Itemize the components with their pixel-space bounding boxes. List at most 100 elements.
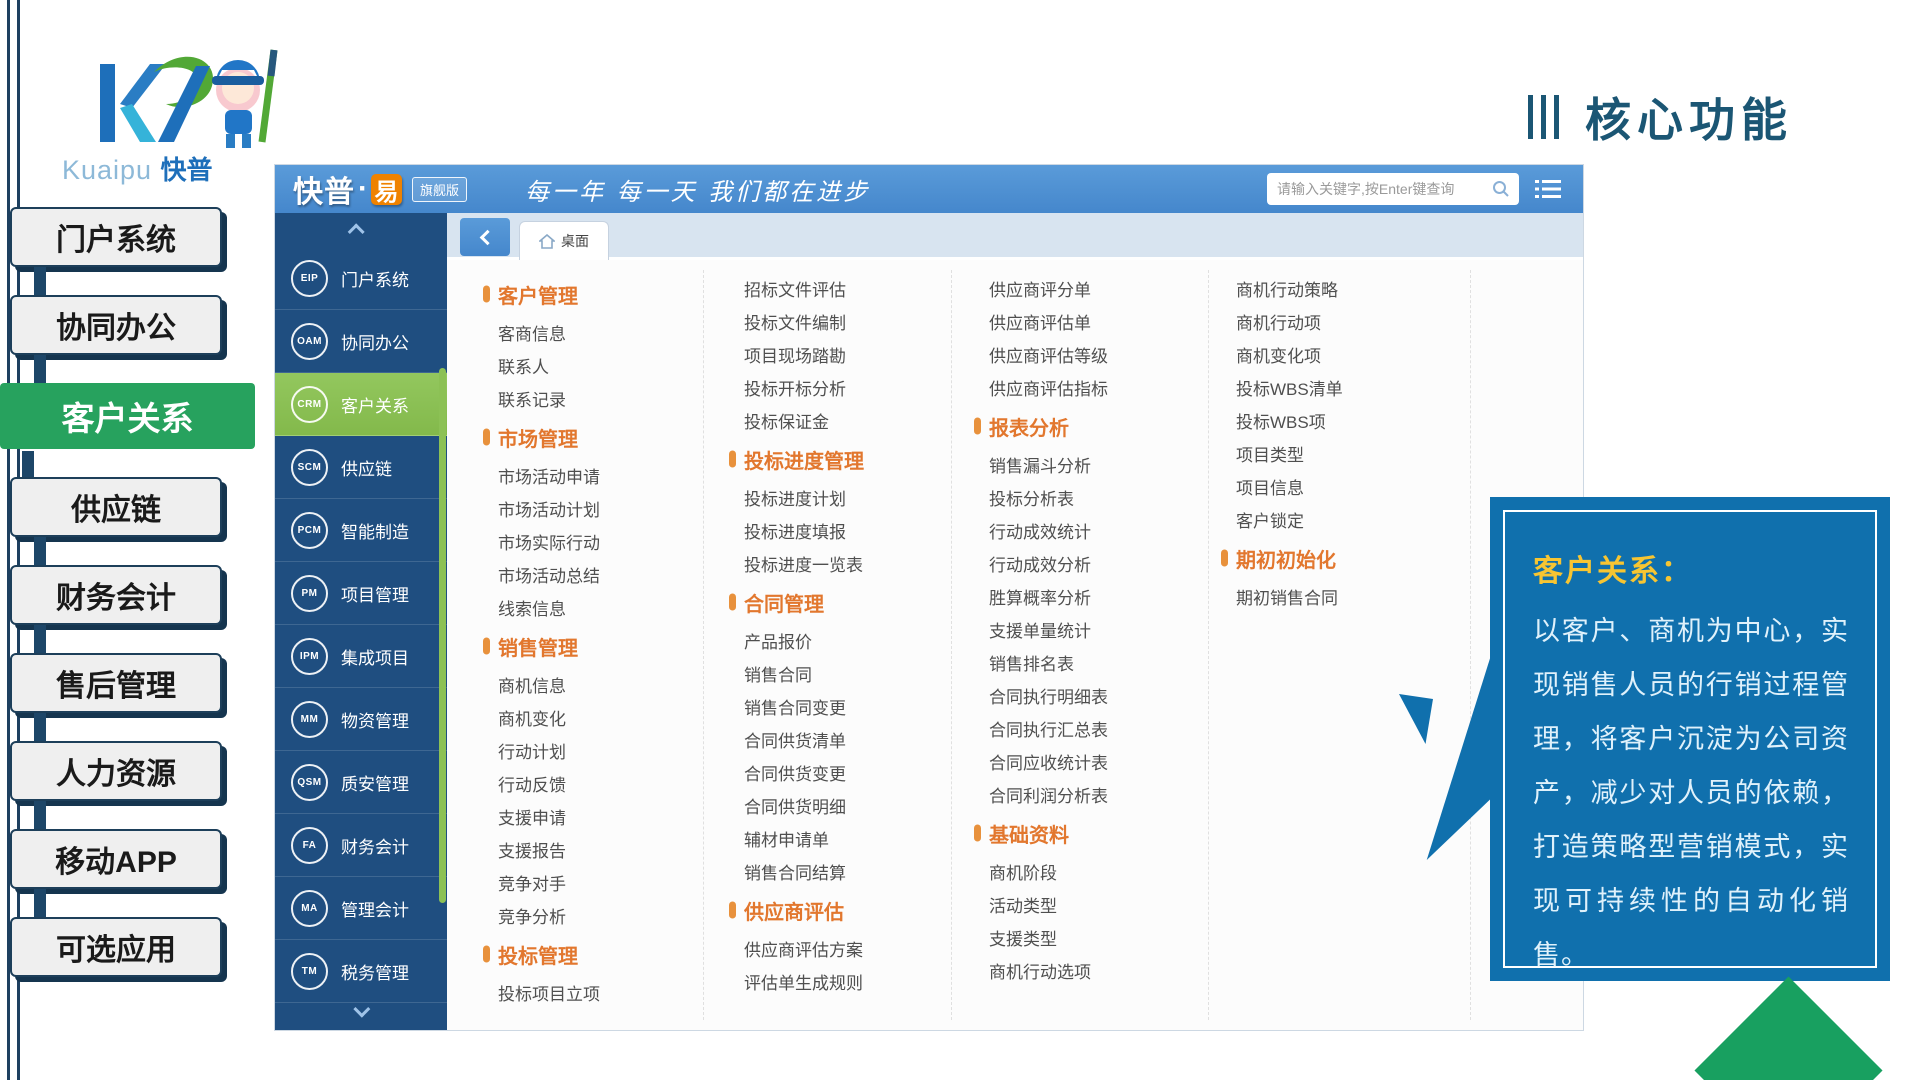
sidebar-item-1[interactable]: 门户系统 [10, 207, 222, 267]
menu-item[interactable]: 项目现场踏勘 [729, 338, 964, 371]
nav-item-crm[interactable]: CRM客户关系 [275, 373, 447, 436]
nav-scrollbar[interactable] [439, 368, 446, 903]
menu-item[interactable]: 联系人 [483, 349, 718, 382]
menu-item[interactable]: 竞争对手 [483, 866, 718, 899]
sidebar-item-3[interactable]: 客户关系 [0, 383, 255, 449]
nav-item-label: 项目管理 [341, 581, 409, 606]
menu-item[interactable]: 商机行动选项 [974, 954, 1209, 987]
back-button[interactable] [460, 218, 510, 256]
menu-item[interactable]: 投标WBS清单 [1221, 371, 1456, 404]
logo-text-cn: 快普 [161, 155, 213, 185]
sidebar-item-9[interactable]: 可选应用 [10, 917, 222, 977]
sidebar-item-4[interactable]: 供应链 [10, 477, 222, 537]
sidebar-item-2[interactable]: 协同办公 [10, 295, 222, 355]
sidebar-item-5[interactable]: 财务会计 [10, 565, 222, 625]
menu-item[interactable]: 投标文件编制 [729, 305, 964, 338]
nav-scroll-up-icon[interactable] [353, 223, 369, 239]
list-menu-icon[interactable] [1535, 179, 1561, 199]
menu-item[interactable]: 销售合同结算 [729, 855, 964, 888]
menu-item[interactable]: 竞争分析 [483, 899, 718, 932]
nav-item-fa[interactable]: FA财务会计 [275, 814, 447, 877]
nav-item-qsm[interactable]: QSM质安管理 [275, 751, 447, 814]
menu-item[interactable]: 支援类型 [974, 921, 1209, 954]
nav-item-pcm[interactable]: PCM智能制造 [275, 499, 447, 562]
menu-item[interactable]: 投标WBS项 [1221, 404, 1456, 437]
search-input[interactable] [1267, 173, 1519, 205]
menu-item[interactable]: 支援报告 [483, 833, 718, 866]
menu-item[interactable]: 辅材申请单 [729, 822, 964, 855]
menu-item[interactable]: 供应商评估指标 [974, 371, 1209, 404]
nav-scroll-down-icon[interactable] [353, 1006, 369, 1022]
menu-item[interactable]: 行动成效分析 [974, 547, 1209, 580]
menu-item[interactable]: 行动成效统计 [974, 514, 1209, 547]
menu-item[interactable]: 活动类型 [974, 888, 1209, 921]
menu-item[interactable]: 胜算概率分析 [974, 580, 1209, 613]
menu-item[interactable]: 供应商评分单 [974, 272, 1209, 305]
nav-item-mm[interactable]: MM物资管理 [275, 688, 447, 751]
app-header: 快普 · 易 旗舰版 每一年 每一天 我们都在进步 [275, 165, 1583, 213]
menu-item[interactable]: 投标进度一览表 [729, 547, 964, 580]
menu-item[interactable]: 供应商评估单 [974, 305, 1209, 338]
menu-item[interactable]: 投标分析表 [974, 481, 1209, 514]
group-bullet-icon [483, 638, 490, 655]
menu-item[interactable]: 市场活动申请 [483, 459, 718, 492]
menu-item[interactable]: 投标开标分析 [729, 371, 964, 404]
menu-item[interactable]: 销售漏斗分析 [974, 448, 1209, 481]
nav-item-ipm[interactable]: IPM集成项目 [275, 625, 447, 688]
menu-item[interactable]: 市场活动计划 [483, 492, 718, 525]
menu-item[interactable]: 商机变化 [483, 701, 718, 734]
menu-item[interactable]: 合同应收统计表 [974, 745, 1209, 778]
menu-item[interactable]: 销售排名表 [974, 646, 1209, 679]
nav-item-oam[interactable]: OAM协同办公 [275, 310, 447, 373]
menu-item[interactable]: 支援申请 [483, 800, 718, 833]
menu-item[interactable]: 商机行动项 [1221, 305, 1456, 338]
menu-item[interactable]: 销售合同变更 [729, 690, 964, 723]
menu-item[interactable]: 行动反馈 [483, 767, 718, 800]
menu-item[interactable]: 项目信息 [1221, 470, 1456, 503]
sidebar-item-6[interactable]: 售后管理 [10, 653, 222, 713]
menu-item[interactable]: 市场实际行动 [483, 525, 718, 558]
menu-item[interactable]: 支援单量统计 [974, 613, 1209, 646]
nav-item-ma[interactable]: MA管理会计 [275, 877, 447, 940]
nav-item-eip[interactable]: EIP门户系统 [275, 247, 447, 310]
menu-item[interactable]: 销售合同 [729, 657, 964, 690]
group-bullet-icon [483, 429, 490, 446]
nav-item-tm[interactable]: TM税务管理 [275, 940, 447, 1003]
menu-item[interactable]: 投标项目立项 [483, 976, 718, 1009]
menu-item[interactable]: 商机阶段 [974, 855, 1209, 888]
menu-item[interactable]: 投标保证金 [729, 404, 964, 437]
search-icon[interactable] [1492, 180, 1510, 198]
nav-item-pm[interactable]: PM项目管理 [275, 562, 447, 625]
sidebar-item-7[interactable]: 人力资源 [10, 741, 222, 801]
menu-item[interactable]: 合同供货变更 [729, 756, 964, 789]
menu-item[interactable]: 期初销售合同 [1221, 580, 1456, 613]
menu-item[interactable]: 线索信息 [483, 591, 718, 624]
menu-item[interactable]: 商机行动策略 [1221, 272, 1456, 305]
menu-item[interactable]: 客户锁定 [1221, 503, 1456, 536]
menu-item[interactable]: 合同供货清单 [729, 723, 964, 756]
menu-item[interactable]: 行动计划 [483, 734, 718, 767]
page-title-block: 核心功能 [1528, 84, 1793, 150]
menu-item[interactable]: 招标文件评估 [729, 272, 964, 305]
menu-item[interactable]: 市场活动总结 [483, 558, 718, 591]
sidebar-item-8[interactable]: 移动APP [10, 829, 222, 889]
menu-item[interactable]: 合同执行汇总表 [974, 712, 1209, 745]
menu-item[interactable]: 联系记录 [483, 382, 718, 415]
tab-desktop[interactable]: 桌面 [519, 221, 609, 260]
menu-item[interactable]: 供应商评估等级 [974, 338, 1209, 371]
menu-item[interactable]: 商机变化项 [1221, 338, 1456, 371]
nav-item-scm[interactable]: SCM供应链 [275, 436, 447, 499]
menu-item[interactable]: 合同利润分析表 [974, 778, 1209, 811]
menu-item[interactable]: 项目类型 [1221, 437, 1456, 470]
menu-item[interactable]: 合同执行明细表 [974, 679, 1209, 712]
menu-item[interactable]: 供应商评估方案 [729, 932, 964, 965]
menu-item[interactable]: 投标进度计划 [729, 481, 964, 514]
nav-module-icon: TM [291, 953, 328, 990]
column-divider [1470, 270, 1471, 1020]
menu-item[interactable]: 产品报价 [729, 624, 964, 657]
menu-item[interactable]: 商机信息 [483, 668, 718, 701]
menu-item[interactable]: 评估单生成规则 [729, 965, 964, 998]
menu-item[interactable]: 合同供货明细 [729, 789, 964, 822]
menu-item[interactable]: 投标进度填报 [729, 514, 964, 547]
menu-item[interactable]: 客商信息 [483, 316, 718, 349]
